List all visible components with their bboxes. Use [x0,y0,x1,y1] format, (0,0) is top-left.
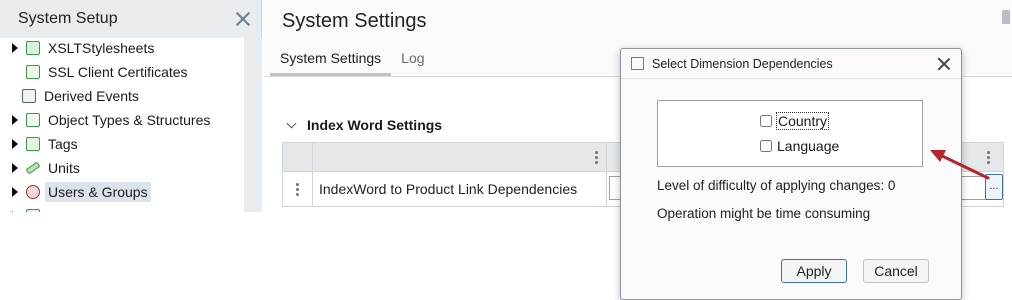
select-dimension-dependencies-dialog: Select Dimension Dependencies Country La… [620,48,962,300]
expand-arrow-icon[interactable] [12,139,18,149]
tree-item-units[interactable]: Units [0,156,83,180]
difficulty-text: Level of difficulty of applying changes:… [657,178,896,193]
system-setup-panel: System Setup XSLTStylesheets SSL Client … [0,0,262,212]
object-types-icon [26,113,40,127]
page-title: System Settings [282,10,427,32]
grid-header-name-cell [313,143,607,171]
tags-icon [26,137,40,151]
units-icon [25,161,41,175]
tree-item-label: Object Types & Structures [48,112,211,128]
tree-item-label: Derived Events [44,88,139,104]
folder-icon [26,209,40,212]
tab-log[interactable]: Log [391,46,434,76]
option-language[interactable]: Language [760,138,839,154]
browse-dependencies-button[interactable]: ... [985,174,1003,200]
expand-arrow-icon[interactable] [12,211,18,212]
row-label: IndexWord to Product Link Dependencies [319,181,578,197]
tree-item-partial[interactable] [0,204,45,212]
tab-system-settings[interactable]: System Settings [270,46,392,76]
tree-item-label: Tags [48,136,78,152]
expand-arrow-icon[interactable] [12,115,18,125]
tab-bar: System Settings Log [270,46,435,76]
section-header-index-word-settings[interactable]: Index Word Settings [286,117,443,133]
tree-item-label: SSL Client Certificates [48,64,188,80]
chevron-down-icon[interactable] [286,118,297,128]
row-handle-cell [283,172,313,206]
option-label: Country [775,112,830,130]
tree-scrollbar[interactable] [244,38,262,212]
certificate-icon [26,65,40,79]
panel-title: System Setup [18,10,118,27]
tree-item-ssl-client-certificates[interactable]: SSL Client Certificates [0,60,191,84]
drag-handle-icon[interactable] [296,182,299,197]
tree-item-users-groups[interactable]: Users & Groups [0,180,151,204]
country-checkbox[interactable] [760,115,772,127]
tree-item-object-types-structures[interactable]: Object Types & Structures [0,108,213,132]
panel-header: System Setup [0,0,261,38]
dialog-title: Select Dimension Dependencies [652,56,833,71]
stylesheet-icon [26,41,40,55]
tree-item-tags[interactable]: Tags [0,132,81,156]
option-country[interactable]: Country [760,112,830,130]
tree-item-label: XSLTStylesheets [48,40,155,56]
users-icon [26,185,40,199]
warning-text: Operation might be time consuming [657,206,871,221]
close-icon[interactable] [937,57,951,71]
setup-tree: XSLTStylesheets SSL Client Certificates … [0,38,244,212]
language-checkbox[interactable] [760,140,772,152]
dialog-header: Select Dimension Dependencies [621,49,961,79]
tree-item-xslt-stylesheets[interactable]: XSLTStylesheets [0,38,157,60]
option-label: Language [777,138,840,154]
cancel-button[interactable]: Cancel [863,259,929,283]
tree-item-label: Units [48,160,80,176]
expand-arrow-icon[interactable] [12,163,18,173]
section-title: Index Word Settings [307,117,443,133]
pin-icon[interactable] [1002,10,1010,24]
apply-button[interactable]: Apply [781,259,847,283]
column-menu-icon[interactable] [987,150,990,165]
dimension-list-box: Country Language [657,100,923,167]
column-menu-icon[interactable] [595,150,598,165]
expand-arrow-icon[interactable] [12,187,18,197]
tree-item-derived-events[interactable]: Derived Events [0,84,142,108]
grid-header-handle-cell [283,143,313,171]
events-icon [22,89,36,103]
row-name-cell: IndexWord to Product Link Dependencies [313,172,607,206]
tree-item-label: Users & Groups [45,182,151,202]
close-icon[interactable] [235,11,251,27]
expand-arrow-icon[interactable] [12,43,18,53]
window-icon [631,57,644,70]
